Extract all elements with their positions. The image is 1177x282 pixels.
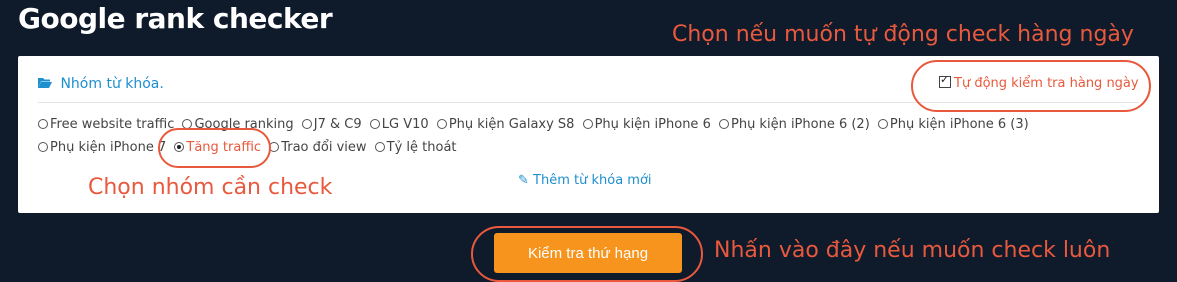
group-option[interactable]: Phụ kiện iPhone 7 [38,140,166,155]
radio-button[interactable] [374,142,385,152]
group-option[interactable]: Free website traffic [38,117,174,132]
group-heading: Nhóm từ khóa. [38,76,164,92]
group-option[interactable]: LG V10 [369,117,429,132]
check-rank-button[interactable]: Kiểm tra thứ hạng [494,233,682,273]
radio-button[interactable] [301,119,312,129]
group-option[interactable]: J7 & C9 [301,117,362,132]
group-option[interactable]: Tỷ lệ thoát [374,140,457,155]
pencil-icon: ✎ [518,173,529,188]
group-option[interactable]: Trao đổi view [269,140,367,155]
highlight-circle-selected-group [158,128,271,168]
radio-button[interactable] [38,119,48,129]
group-option[interactable]: Phụ kiện iPhone 6 (2) [718,117,870,132]
add-keyword-label: Thêm từ khóa mới [533,173,652,188]
radio-button[interactable] [718,119,729,129]
radio-button[interactable] [369,119,380,129]
radio-button[interactable] [582,119,593,129]
group-option[interactable]: Phụ kiện iPhone 6 [582,117,711,132]
add-keyword-link[interactable]: ✎ Thêm từ khóa mới [518,173,652,188]
radio-button[interactable] [38,142,48,152]
annotation-choose-group: Chọn nhóm cần check [88,175,333,200]
radio-button[interactable] [436,119,447,129]
group-heading-label: Nhóm từ khóa. [60,76,164,92]
annotation-auto-check: Chọn nếu muốn tự động check hàng ngày [672,22,1134,47]
page-title: Google rank checker [18,2,333,35]
radio-button[interactable] [877,119,888,129]
folder-open-icon [38,77,52,89]
group-option[interactable]: Phụ kiện iPhone 6 (3) [877,117,1029,132]
group-option[interactable]: Phụ kiện Galaxy S8 [436,117,574,132]
annotation-check-now: Nhấn vào đây nếu muốn check luôn [714,238,1111,263]
highlight-circle-auto-check [911,60,1151,112]
